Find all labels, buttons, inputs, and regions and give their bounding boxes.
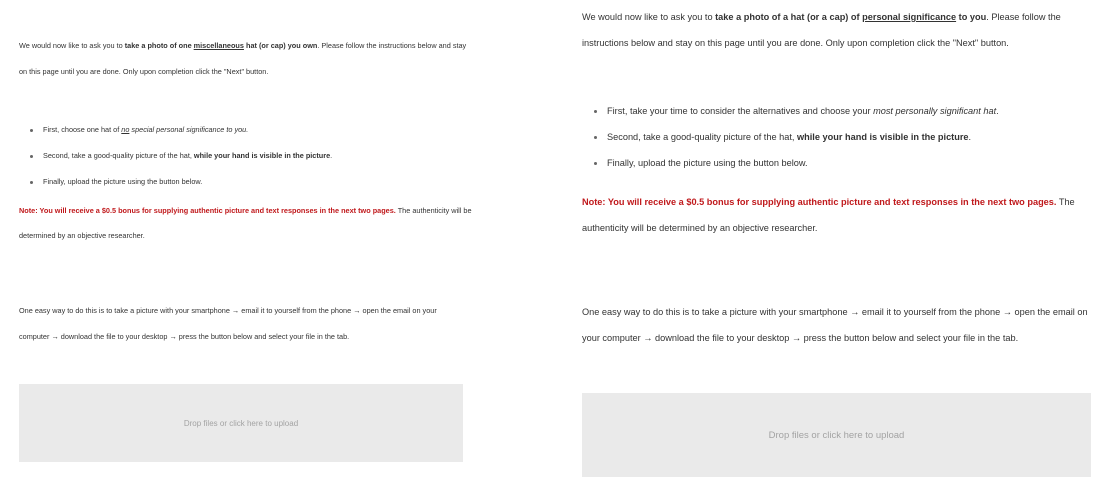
list-item: First, choose one hat of no special pers… (27, 117, 332, 143)
intro-keyword: personal significance (862, 12, 957, 22)
dropzone-label: Drop files or click here to upload (768, 429, 905, 441)
bonus-note: Note: You will receive a $0.5 bonus for … (19, 198, 474, 248)
first-step-text: First, take your time to consider the al… (607, 106, 874, 116)
first-step-emphasis: most personally significant hat (873, 106, 997, 116)
instructions-intro: We would now like to ask you to take a p… (19, 33, 471, 84)
list-item: Second, take a good-quality picture of t… (591, 124, 999, 150)
upload-tip: One easy way to do this is to take a pic… (19, 306, 437, 341)
bonus-note-highlight: Note: You will receive a $0.5 bonus for … (19, 206, 396, 215)
upload-tip: One easy way to do this is to take a pic… (582, 307, 1088, 343)
intro-emphasis: take a photo of a hat (or a cap) of (715, 12, 863, 22)
instruction-list: First, choose one hat of no special pers… (27, 117, 332, 195)
second-step-end: . (330, 151, 333, 160)
first-step-text: First, choose one hat of (43, 125, 122, 134)
intro-emphasis-end: hat (or cap) you own (243, 41, 318, 50)
list-item: Finally, upload the picture using the bu… (27, 169, 332, 195)
survey-panel-significant-hat: We would now like to ask you to take a p… (565, 0, 1098, 477)
file-upload-dropzone[interactable]: Drop files or click here to upload (19, 384, 463, 462)
first-step-end: . (996, 106, 999, 116)
dropzone-label: Drop files or click here to upload (183, 418, 299, 428)
second-step-text: Second, take a good-quality picture of t… (607, 132, 797, 142)
intro-emphasis-end: to you (956, 12, 987, 22)
list-item: Finally, upload the picture using the bu… (591, 150, 999, 176)
intro-keyword: miscellaneous (193, 41, 244, 50)
third-step-text: Finally, upload the picture using the bu… (43, 177, 203, 186)
survey-panel-miscellaneous-hat: We would now like to ask you to take a p… (0, 0, 565, 477)
first-step-emphasis: special personal significance to you. (129, 125, 249, 134)
third-step-text: Finally, upload the picture using the bu… (607, 158, 808, 168)
second-step-text: Second, take a good-quality picture of t… (43, 151, 194, 160)
second-step-emphasis: while your hand is visible in the pictur… (193, 151, 331, 160)
second-step-end: . (968, 132, 972, 142)
second-step-emphasis: while your hand is visible in the pictur… (797, 132, 969, 142)
instructions-intro: We would now like to ask you to take a p… (582, 4, 1092, 56)
bonus-note-highlight: Note: You will receive a $0.5 bonus for … (582, 197, 1057, 207)
intro-text: We would now like to ask you to (582, 12, 716, 22)
instruction-list: First, take your time to consider the al… (591, 98, 999, 176)
intro-emphasis: take a photo of one (124, 41, 194, 50)
bonus-note: Note: You will receive a $0.5 bonus for … (582, 189, 1092, 241)
intro-text: We would now like to ask you to (19, 41, 125, 50)
list-item: First, take your time to consider the al… (591, 98, 999, 124)
file-upload-dropzone[interactable]: Drop files or click here to upload (582, 393, 1091, 477)
list-item: Second, take a good-quality picture of t… (27, 143, 332, 169)
